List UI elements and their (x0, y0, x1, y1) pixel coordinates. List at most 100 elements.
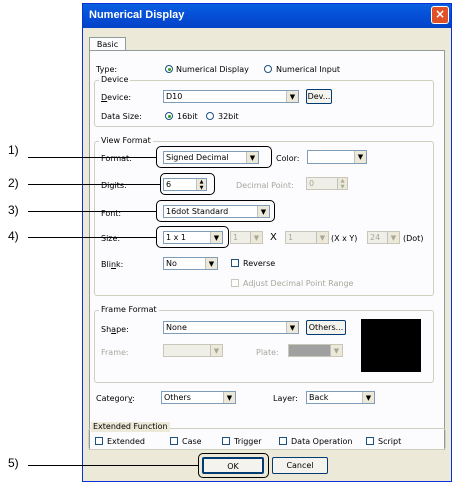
callout-2-leader-line (28, 184, 160, 185)
extended-function-group-label: Extended Function (91, 422, 170, 432)
callout-3-frame (156, 200, 275, 222)
dot-label: (Dot) (403, 234, 424, 243)
blink-label: Blink: (101, 260, 124, 269)
size-xy-label: (X x Y) (331, 234, 358, 243)
radio-32bit[interactable] (206, 112, 214, 120)
callout-3-number: 3) (8, 203, 19, 217)
color-select[interactable]: ▼ (307, 150, 367, 164)
chevron-down-icon[interactable]: ▼ (286, 322, 298, 333)
chevron-down-icon[interactable]: ▼ (223, 392, 235, 403)
frame-format-group-label: Frame Format (99, 305, 159, 315)
cancel-button[interactable]: Cancel (272, 457, 328, 474)
digits-label: Digits: (101, 181, 127, 190)
radio-numerical-display-label[interactable]: Numerical Display (176, 64, 249, 75)
device-group (94, 80, 434, 127)
radio-32bit-label[interactable]: 32bit (218, 111, 239, 122)
chevron-down-icon[interactable]: ▼ (330, 345, 342, 356)
frame-label: Frame: (101, 348, 129, 357)
device-label: Device: (101, 93, 132, 102)
script-checkbox[interactable] (366, 437, 374, 445)
title-bar[interactable]: Numerical Display (83, 4, 451, 28)
size-x-value: 1 (233, 233, 239, 242)
extended-checkbox-label[interactable]: Extended (107, 436, 145, 447)
others-button[interactable]: Others... (306, 320, 346, 335)
reverse-label[interactable]: Reverse (243, 258, 275, 269)
dev-button[interactable]: Dev... (306, 89, 332, 104)
dot-size-value: 24 (370, 233, 381, 242)
case-checkbox[interactable] (170, 437, 178, 445)
plate-select[interactable]: ▼ (288, 344, 343, 357)
trigger-checkbox-label[interactable]: Trigger (234, 436, 262, 447)
blink-value: No (166, 259, 177, 268)
radio-numerical-input-label[interactable]: Numerical Input (276, 64, 340, 75)
callout-4-number: 4) (8, 229, 19, 243)
blink-select[interactable]: No ▼ (163, 257, 218, 270)
size-y-value: 1 (288, 233, 294, 242)
callout-1-leader-line (28, 157, 156, 158)
adjust-decimal-checkbox[interactable] (231, 279, 239, 287)
decimal-point-spinner[interactable]: 0 ▲ ▼ (306, 177, 348, 190)
extended-checkbox[interactable] (95, 437, 103, 445)
data-operation-checkbox-label[interactable]: Data Operation (291, 436, 352, 447)
callout-5-frame (198, 453, 269, 478)
category-select[interactable]: Others ▼ (161, 391, 236, 404)
callout-4-frame (156, 226, 229, 248)
chevron-down-icon[interactable]: ▼ (250, 232, 262, 243)
callout-2-number: 2) (8, 176, 19, 190)
chevron-down-icon[interactable]: ▼ (387, 232, 399, 243)
font-label: Font: (101, 209, 122, 218)
device-value: D10 (166, 92, 183, 101)
chevron-down-icon[interactable]: ▼ (205, 258, 217, 269)
device-field[interactable]: D10 ▼ (163, 90, 299, 103)
view-format-group-label: View Format (99, 136, 153, 146)
shape-value: None (166, 323, 187, 332)
callout-3-leader-line (28, 211, 156, 212)
decimal-point-value: 0 (309, 179, 315, 188)
close-button[interactable]: × (431, 6, 449, 24)
layer-select[interactable]: Back ▼ (306, 391, 375, 404)
callout-2-frame (160, 173, 215, 195)
adjust-decimal-label[interactable]: Adjust Decimal Point Range (243, 278, 353, 289)
radio-numerical-display[interactable] (165, 65, 173, 73)
radio-16bit[interactable] (165, 112, 173, 120)
trigger-checkbox[interactable] (222, 437, 230, 445)
plate-label: Plate: (256, 348, 279, 357)
radio-numerical-input[interactable] (264, 65, 272, 73)
callout-1-frame (156, 146, 272, 168)
format-label: Format: (101, 154, 132, 163)
chevron-down-icon[interactable]: ▼ (316, 232, 328, 243)
dialog-title: Numerical Display (89, 9, 185, 21)
chevron-down-icon[interactable]: ▼ (210, 345, 222, 356)
category-value: Others (164, 393, 191, 402)
size-y-select[interactable]: 1 ▼ (285, 231, 329, 244)
size-times-sign: X (270, 232, 277, 243)
category-label: Category: (96, 394, 135, 403)
shape-select[interactable]: None ▼ (163, 321, 299, 334)
chevron-down-icon[interactable]: ▼ (286, 91, 298, 102)
callout-5-number: 5) (8, 456, 19, 470)
color-label: Color: (276, 154, 300, 163)
callout-4-leader-line (28, 237, 156, 238)
layer-label: Layer: (273, 394, 298, 403)
shape-label: Shape: (101, 325, 129, 334)
decimal-point-label: Decimal Point: (236, 181, 294, 190)
chevron-down-icon[interactable]: ▼ (354, 151, 366, 163)
callout-1-number: 1) (8, 143, 19, 157)
radio-16bit-label[interactable]: 16bit (177, 111, 198, 122)
size-x-select[interactable]: 1 ▼ (230, 231, 263, 244)
script-checkbox-label[interactable]: Script (378, 436, 401, 447)
size-label: Size: (101, 234, 121, 243)
frame-select[interactable]: ▼ (163, 344, 223, 357)
chevron-down-icon[interactable]: ▼ (362, 392, 374, 403)
data-operation-checkbox[interactable] (279, 437, 287, 445)
layer-value: Back (309, 393, 329, 402)
data-size-label: Data Size: (101, 112, 142, 121)
reverse-checkbox[interactable] (231, 259, 239, 267)
spinner-arrows-icon[interactable]: ▲ ▼ (337, 178, 347, 189)
callout-5-leader-line (28, 465, 198, 466)
case-checkbox-label[interactable]: Case (182, 436, 202, 447)
device-group-label: Device (99, 75, 131, 85)
type-label: Type: (96, 65, 118, 74)
frame-preview-swatch (361, 319, 421, 372)
dot-size-select[interactable]: 24 ▼ (367, 231, 400, 244)
